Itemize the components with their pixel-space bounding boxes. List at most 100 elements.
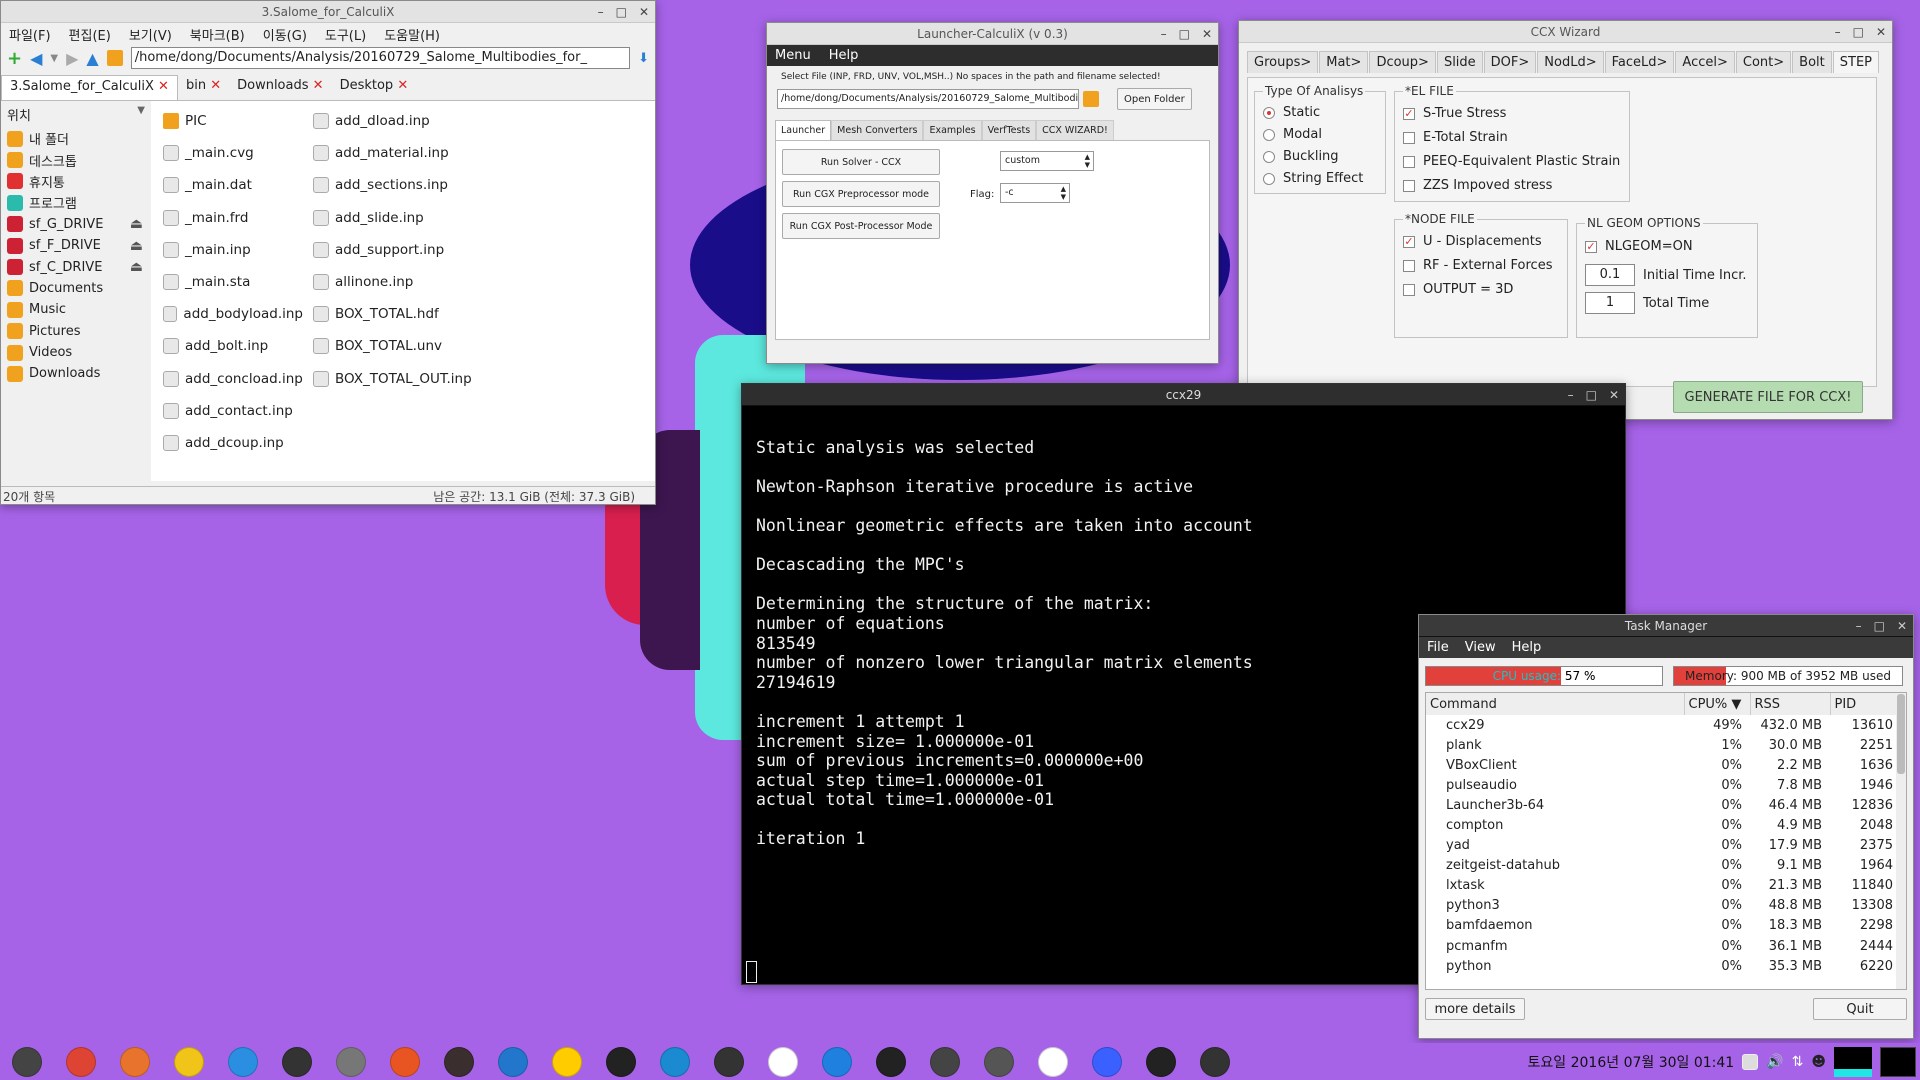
close-icon[interactable]: ✕ — [639, 1, 649, 23]
menu-view[interactable]: 보기(V) — [129, 25, 172, 44]
monitor-tray-icon[interactable] — [1742, 1053, 1759, 1070]
wizard-tab[interactable]: Dcoup> — [1369, 51, 1436, 73]
nlgeom-checkbox-row[interactable]: ✓ NLGEOM=ON — [1585, 236, 1749, 258]
go-icon[interactable]: ⬇ — [638, 51, 649, 66]
maximize-icon[interactable]: □ — [1586, 384, 1597, 406]
checkbox-option[interactable]: E-Total Strain — [1403, 126, 1621, 150]
minimize-icon[interactable]: – — [1161, 23, 1167, 45]
close-tab-icon[interactable]: ✕ — [210, 78, 221, 93]
minimize-icon[interactable]: – — [1568, 384, 1574, 406]
file-item[interactable]: add_slide.inp — [313, 202, 473, 234]
close-icon[interactable]: ✕ — [1897, 615, 1907, 637]
wizard-tab[interactable]: STEP — [1832, 51, 1879, 73]
file-item[interactable]: _main.sta — [163, 266, 303, 298]
place-item[interactable]: 프로그램 — [7, 192, 145, 213]
forward-icon[interactable]: ▶ — [66, 49, 78, 68]
eject-icon[interactable]: ⏏ — [130, 238, 143, 254]
radio-icon[interactable] — [1263, 106, 1275, 119]
quit-button[interactable]: Quit — [1813, 998, 1907, 1020]
volume-icon[interactable]: 🔊 — [1766, 1054, 1783, 1070]
checkbox-option[interactable]: RF - External Forces — [1403, 254, 1559, 278]
network-tray-icon[interactable]: ⇅ — [1792, 1054, 1804, 1070]
file-item[interactable]: _main.frd — [163, 202, 303, 234]
wizard-tab[interactable]: FaceLd> — [1604, 51, 1675, 73]
place-item[interactable]: sf_G_DRIVE ⏏ — [7, 214, 145, 235]
place-item[interactable]: 내 폴더 — [7, 128, 145, 149]
checkbox-option[interactable]: OUTPUT = 3D — [1403, 278, 1559, 302]
spin-arrows-icon[interactable]: ▲ ▼ — [1061, 185, 1066, 201]
analysis-type-option[interactable]: Buckling — [1263, 146, 1377, 168]
table-row[interactable]: plank 1% 30.0 MB 2251 — [1426, 735, 1901, 755]
close-tab-icon[interactable]: ✕ — [313, 78, 324, 93]
solver-spinbox[interactable]: custom ▲ ▼ — [1000, 151, 1094, 171]
up-icon[interactable]: ▲ — [86, 49, 98, 68]
file-item[interactable]: add_bodyload.inp — [163, 298, 303, 330]
close-icon[interactable]: ✕ — [1202, 23, 1212, 45]
maximize-icon[interactable]: □ — [616, 1, 627, 23]
maximize-icon[interactable]: □ — [1853, 21, 1864, 43]
total-time-input[interactable]: 1 — [1585, 292, 1635, 314]
col-cpu[interactable]: CPU% ▼ — [1684, 693, 1751, 715]
radio-icon[interactable] — [1263, 172, 1275, 185]
wizard-tab[interactable]: Slide — [1436, 51, 1483, 73]
spin-arrows-icon[interactable]: ▲ ▼ — [1085, 153, 1090, 169]
menu-tools[interactable]: 도구(L) — [325, 25, 366, 44]
tab-ccx-wizard[interactable]: CCX WIZARD! — [1036, 120, 1114, 140]
checkbox-option[interactable]: PEEQ-Equivalent Plastic Strain — [1403, 150, 1621, 174]
table-row[interactable]: pulseaudio 0% 7.8 MB 1946 — [1426, 775, 1901, 795]
network-icon[interactable] — [444, 1046, 474, 1077]
analysis-type-option[interactable]: String Effect — [1263, 168, 1377, 190]
tab-launcher[interactable]: Launcher — [775, 120, 832, 140]
eject-icon[interactable]: ⏏ — [130, 216, 143, 232]
menu-help[interactable]: 도움말(H) — [384, 25, 440, 44]
wizard-tab[interactable]: Accel> — [1675, 51, 1735, 73]
table-row[interactable]: pcmanfm 0% 36.1 MB 2444 — [1426, 936, 1901, 956]
vector-icon[interactable] — [606, 1046, 636, 1077]
run-postprocessor-button[interactable]: Run CGX Post-Processor Mode — [782, 213, 940, 239]
file-item[interactable]: add_material.inp — [313, 137, 473, 169]
home-icon[interactable] — [106, 50, 123, 66]
radio-icon[interactable] — [1263, 150, 1275, 163]
table-row[interactable]: ccx29 49% 432.0 MB 13610 — [1426, 715, 1901, 735]
close-icon[interactable]: ✕ — [1609, 384, 1619, 406]
menu-file[interactable]: File — [1427, 640, 1449, 655]
file-item[interactable]: add_bolt.inp — [163, 330, 303, 362]
file-item[interactable]: add_dload.inp — [313, 105, 473, 137]
checkbox-icon[interactable] — [1403, 155, 1415, 168]
run-preprocessor-button[interactable]: Run CGX Preprocessor mode — [782, 181, 940, 207]
tab-mesh-converters[interactable]: Mesh Converters — [831, 120, 924, 140]
table-row[interactable]: lxtask 0% 21.3 MB 11840 — [1426, 876, 1901, 896]
wizard-tab[interactable]: Mat> — [1319, 51, 1369, 73]
menu-bookmarks[interactable]: 북마크(B) — [190, 25, 245, 44]
files-icon[interactable] — [336, 1046, 366, 1077]
table-row[interactable]: yad 0% 17.9 MB 2375 — [1426, 836, 1901, 856]
checkbox-option[interactable]: ✓ S-True Stress — [1403, 102, 1621, 126]
warning-icon[interactable] — [930, 1046, 960, 1077]
radio-icon[interactable] — [1263, 128, 1275, 141]
menu-edit[interactable]: 편집(E) — [69, 25, 111, 44]
file-item[interactable]: add_contact.inp — [163, 395, 303, 427]
menu-menu[interactable]: Menu — [775, 48, 811, 63]
minimize-icon[interactable]: – — [598, 1, 604, 23]
prefs-icon[interactable] — [822, 1046, 852, 1077]
file-item[interactable]: _main.inp — [163, 234, 303, 266]
tab-bin[interactable]: bin ✕ — [178, 75, 229, 100]
place-item[interactable]: sf_F_DRIVE ⏏ — [7, 235, 145, 256]
checkbox-option[interactable]: ZZS Impoved stress — [1403, 174, 1621, 198]
workspace-2-icon[interactable] — [1880, 1046, 1916, 1077]
minimize-icon[interactable]: – — [1856, 615, 1862, 637]
place-item[interactable]: Pictures — [7, 321, 145, 342]
tab-examples[interactable]: Examples — [923, 120, 982, 140]
file-item[interactable]: add_sections.inp — [313, 169, 473, 201]
chrome-icon[interactable] — [66, 1046, 96, 1077]
firefox-icon[interactable] — [120, 1046, 150, 1077]
table-row[interactable]: python 0% 35.3 MB 6220 — [1426, 956, 1901, 976]
wizard-tab[interactable]: Bolt — [1792, 51, 1832, 73]
maximize-icon[interactable]: □ — [1179, 23, 1190, 45]
close-tab-icon[interactable]: ✕ — [158, 79, 169, 94]
col-command[interactable]: Command — [1426, 693, 1685, 715]
place-item[interactable]: Music — [7, 299, 145, 320]
file-item[interactable]: PIC — [163, 105, 303, 137]
shell-icon[interactable] — [1200, 1046, 1230, 1077]
file-item[interactable]: _main.cvg — [163, 137, 303, 169]
